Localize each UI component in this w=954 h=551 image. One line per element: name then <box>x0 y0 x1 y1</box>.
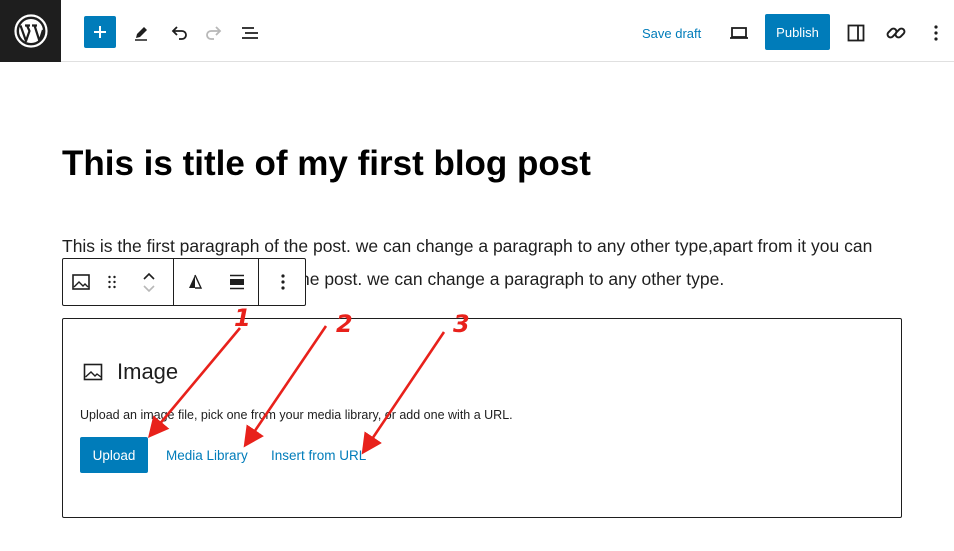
block-type-button[interactable] <box>63 259 99 305</box>
move-buttons <box>125 259 173 305</box>
save-draft-button[interactable]: Save draft <box>642 26 701 41</box>
plus-icon <box>94 26 106 38</box>
link-button[interactable] <box>882 19 910 47</box>
block-toolbar <box>62 258 306 306</box>
preview-button[interactable] <box>726 20 752 46</box>
redo-icon <box>206 26 222 40</box>
block-type-group <box>63 259 174 305</box>
post-title[interactable]: This is title of my first blog post <box>62 144 591 184</box>
image-icon <box>83 363 103 381</box>
block-options-button[interactable] <box>259 259 307 305</box>
image-block-instructions: Upload an image file, pick one from your… <box>80 408 513 422</box>
image-icon <box>72 274 90 290</box>
sidebar-toggle-icon <box>847 24 865 42</box>
undo-button[interactable] <box>166 20 192 46</box>
document-overview-button[interactable] <box>237 20 263 46</box>
chevron-down-icon[interactable] <box>142 284 156 294</box>
settings-button[interactable] <box>843 20 869 46</box>
link-icon <box>886 27 906 39</box>
desktop-icon <box>730 27 748 39</box>
alignment-group <box>174 259 259 305</box>
image-block-heading: Image <box>83 359 178 385</box>
wide-width-icon <box>230 274 244 290</box>
more-vertical-icon <box>934 25 938 41</box>
image-block-title: Image <box>117 359 179 384</box>
tools-button[interactable] <box>128 20 154 46</box>
drag-button[interactable] <box>99 259 125 305</box>
undo-icon <box>171 26 187 40</box>
redo-button[interactable] <box>201 20 227 46</box>
width-button[interactable] <box>216 259 258 305</box>
media-library-button[interactable]: Media Library <box>166 448 248 463</box>
upload-button[interactable]: Upload <box>80 437 148 473</box>
pencil-icon <box>135 27 147 41</box>
options-button[interactable] <box>926 20 946 46</box>
image-block-placeholder: Image Upload an image file, pick one fro… <box>62 318 902 518</box>
add-block-button[interactable] <box>84 16 116 48</box>
wordpress-logo-icon[interactable] <box>0 0 61 62</box>
insert-from-url-button[interactable]: Insert from URL <box>271 448 366 463</box>
editor-header: Save draft Publish <box>0 0 954 62</box>
align-button[interactable] <box>174 259 216 305</box>
chevron-up-icon[interactable] <box>142 271 156 281</box>
drag-handle-icon <box>108 275 116 289</box>
more-vertical-icon <box>281 274 285 290</box>
options-group <box>259 259 307 305</box>
list-view-icon <box>242 27 258 39</box>
publish-button[interactable]: Publish <box>765 14 830 50</box>
align-icon <box>189 274 203 289</box>
